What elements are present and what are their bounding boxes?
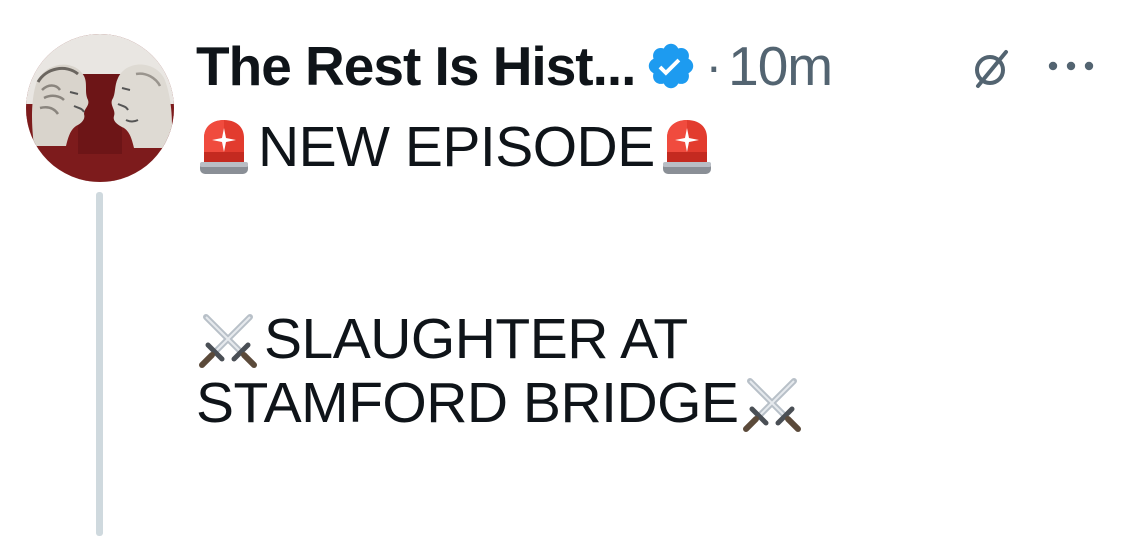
headline-stamford-bridge: STAMFORD BRIDGE	[196, 371, 739, 435]
tweet[interactable]: The Rest Is Hist... · 10m NEW EPISODE SL…	[0, 0, 1125, 536]
thread-connector-line	[96, 192, 103, 536]
tweet-header: The Rest Is Hist... · 10m	[196, 32, 833, 100]
police-light-emoji	[659, 116, 715, 178]
headline-new-episode: NEW EPISODE	[258, 115, 655, 179]
author-avatar[interactable]	[26, 34, 174, 182]
headline-slaughter-at: SLAUGHTER AT	[264, 307, 688, 371]
text-line-1: NEW EPISODE	[196, 115, 1096, 179]
text-line-3: STAMFORD BRIDGE	[196, 371, 1096, 435]
more-options-icon[interactable]	[1045, 56, 1097, 76]
crossed-swords-emoji	[196, 307, 260, 371]
verified-badge-icon[interactable]	[645, 40, 697, 92]
crossed-swords-emoji	[740, 371, 804, 435]
avatar-image	[26, 34, 174, 182]
text-line-2: SLAUGHTER AT	[196, 307, 1096, 371]
author-name[interactable]: The Rest Is Hist...	[196, 34, 636, 98]
tweet-text: NEW EPISODE SLAUGHTER AT STAMFORD BRIDGE	[196, 115, 1096, 435]
police-light-emoji	[196, 116, 252, 178]
header-separator: ·	[705, 38, 723, 94]
grok-icon[interactable]	[968, 44, 1016, 92]
post-timestamp[interactable]: 10m	[728, 34, 833, 98]
